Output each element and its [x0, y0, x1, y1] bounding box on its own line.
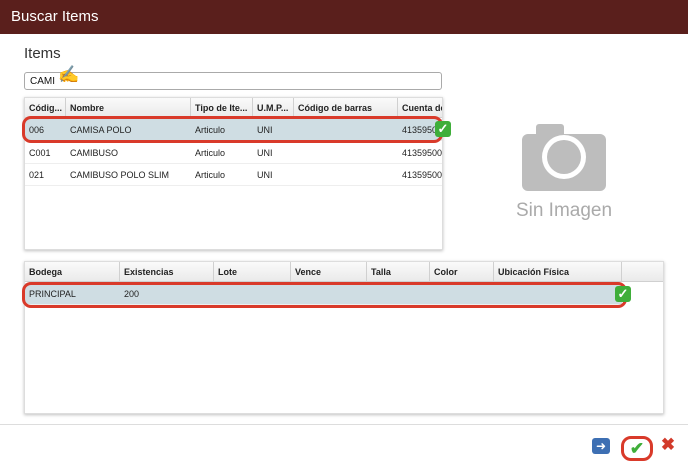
- cell-tipo: Articulo: [195, 125, 226, 135]
- cell-tipo: Articulo: [195, 148, 226, 158]
- stock-table-header: Bodega Existencias Lote Vence Talla Colo…: [25, 262, 663, 282]
- col-header-vence[interactable]: Vence: [291, 262, 367, 282]
- cell-cuenta: 41359500: [402, 170, 443, 180]
- cell-codigo: C001: [29, 148, 51, 158]
- footer-divider: [0, 424, 688, 425]
- col-header-codigo[interactable]: Códig...: [25, 98, 66, 118]
- items-table-header: Códig... Nombre Tipo de Ite... U.M.P... …: [25, 98, 442, 118]
- table-row[interactable]: 021 CAMIBUSO POLO SLIM Articulo UNI 4135…: [25, 164, 442, 186]
- cell-nombre: CAMIBUSO POLO SLIM: [70, 170, 170, 180]
- cell-lote: [214, 283, 291, 305]
- col-header-lote[interactable]: Lote: [214, 262, 291, 282]
- cell-codigo: 006: [29, 125, 45, 135]
- window-title: Buscar Items: [0, 0, 688, 34]
- table-row[interactable]: C001 CAMIBUSO Articulo UNI 41359500: [25, 142, 442, 164]
- cell-color: [430, 283, 494, 305]
- cell-nombre: CAMISA POLO: [70, 125, 132, 135]
- close-button[interactable]: ✖: [660, 436, 676, 454]
- arrow-right-icon: ➜: [595, 439, 607, 453]
- writing-hand-icon: ✍: [58, 65, 80, 84]
- stock-table: Bodega Existencias Lote Vence Talla Colo…: [24, 261, 664, 414]
- cell-cuenta: 41359500: [402, 148, 443, 158]
- checkmark-icon: ✓: [615, 286, 631, 302]
- table-row[interactable]: 006 CAMISA POLO Articulo UNI 41359500: [25, 119, 442, 141]
- cell-barras: [294, 164, 398, 186]
- cell-ump: UNI: [257, 125, 273, 135]
- item-image-placeholder: Sin Imagen: [494, 112, 634, 230]
- col-header-nombre[interactable]: Nombre: [66, 98, 191, 118]
- items-section-title: Items: [24, 45, 61, 62]
- items-table: Códig... Nombre Tipo de Ite... U.M.P... …: [24, 97, 443, 250]
- col-header-ump[interactable]: U.M.P...: [253, 98, 294, 118]
- col-header-tipo[interactable]: Tipo de Ite...: [191, 98, 253, 118]
- col-header-talla[interactable]: Talla: [367, 262, 430, 282]
- cell-ump: UNI: [257, 148, 273, 158]
- cell-existencias: 200: [124, 289, 140, 299]
- col-header-bodega[interactable]: Bodega: [25, 262, 120, 282]
- checkmark-icon: ✔: [629, 439, 645, 458]
- no-image-label: Sin Imagen: [515, 200, 613, 221]
- next-button[interactable]: ➜: [592, 438, 610, 454]
- checkmark-icon: ✓: [435, 121, 451, 137]
- table-row[interactable]: PRINCIPAL 200: [25, 283, 622, 305]
- cell-ump: UNI: [257, 170, 273, 180]
- search-input[interactable]: CAMI: [24, 72, 442, 90]
- cell-tipo: Articulo: [195, 170, 226, 180]
- cell-talla: [367, 283, 430, 305]
- cell-vence: [291, 283, 367, 305]
- confirm-button[interactable]: ✔: [621, 436, 653, 461]
- cell-bodega: PRINCIPAL: [29, 289, 76, 299]
- cell-codigo: 021: [29, 170, 45, 180]
- cell-barras: [294, 119, 398, 141]
- col-header-ubicacion[interactable]: Ubicación Física: [494, 262, 622, 282]
- cell-barras: [294, 142, 398, 164]
- col-header-barras[interactable]: Código de barras: [294, 98, 398, 118]
- cell-ubicacion: [494, 283, 622, 305]
- col-header-cuenta[interactable]: Cuenta de: [398, 98, 442, 118]
- x-icon: ✖: [660, 435, 676, 454]
- col-header-existencias[interactable]: Existencias: [120, 262, 214, 282]
- col-header-color[interactable]: Color: [430, 262, 494, 282]
- camera-icon: [522, 124, 606, 191]
- cell-nombre: CAMIBUSO: [70, 148, 119, 158]
